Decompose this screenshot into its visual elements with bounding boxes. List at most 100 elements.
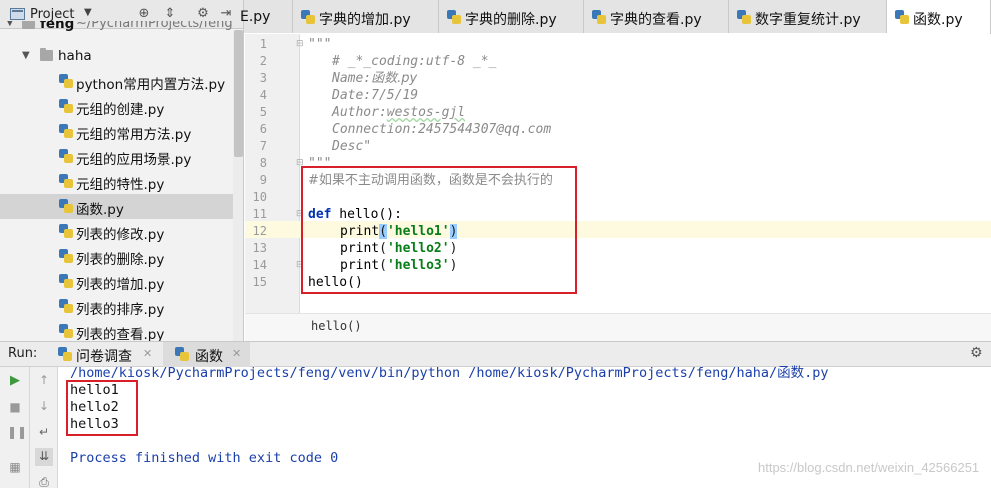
pause-icon[interactable]: ❚❚ [7, 424, 27, 440]
tree-file-label: 列表的排序.py [76, 302, 165, 318]
tree-file-label: 函数.py [76, 202, 124, 218]
line-number: 15 [252, 275, 267, 289]
tab-file[interactable]: 数字重复统计.py [729, 0, 887, 33]
arrow-up-icon[interactable]: ↑ [36, 372, 52, 388]
line-number: 14 [252, 258, 267, 272]
tree-file-label: 元组的特性.py [76, 177, 165, 193]
line-number: 2 [259, 54, 267, 68]
fold-marker-icon[interactable]: ⊟ [296, 39, 304, 49]
tree-file[interactable]: 列表的增加.py [0, 269, 243, 294]
gear-icon[interactable]: ⚙ [195, 6, 211, 22]
tab-label: E.py [240, 9, 271, 25]
tree-file-label: python常用内置方法.py [76, 77, 226, 93]
tree-file-label: 列表的查看.py [76, 327, 165, 341]
line-number: 13 [252, 241, 267, 255]
chevron-down-icon: ▼ [22, 50, 30, 61]
code-line-3: Name:函数.py [332, 70, 417, 87]
rerun-icon[interactable]: ▶ [7, 373, 23, 389]
python-file-icon [59, 299, 73, 313]
tree-file-label: 列表的删除.py [76, 252, 165, 268]
breadcrumb[interactable]: hello() [311, 319, 362, 333]
tree-file[interactable]: python常用内置方法.py [0, 69, 243, 94]
close-icon[interactable]: ✕ [143, 347, 152, 360]
line-number: 7 [259, 139, 267, 153]
code-line-2: # _*_coding:utf-8 _*_ [332, 54, 497, 69]
python-file-icon [59, 199, 73, 213]
scroll-to-end-icon[interactable]: ⇊ [35, 448, 53, 466]
python-run-icon [58, 347, 72, 361]
python-file-icon [737, 10, 751, 24]
console-exit-message: Process finished with exit code 0 [70, 450, 339, 466]
tree-root-label: feng [40, 21, 75, 32]
python-file-icon [59, 274, 73, 288]
python-file-icon [59, 99, 73, 113]
tree-file-label: 元组的常用方法.py [76, 127, 192, 143]
tab-file[interactable]: 字典的删除.py [439, 0, 584, 33]
console-command: /home/kiosk/PycharmProjects/feng/venv/bi… [70, 365, 829, 381]
arrow-down-icon[interactable]: ↓ [36, 398, 52, 414]
tree-file[interactable]: 元组的创建.py [0, 94, 243, 119]
chevron-down-icon[interactable]: ▼ [84, 7, 92, 18]
header-author-value: westos-gjl [386, 105, 466, 120]
code-highlight-box [301, 166, 577, 294]
tree-file[interactable]: 元组的常用方法.py [0, 119, 243, 144]
close-icon[interactable]: ✕ [232, 347, 241, 360]
watermark: https://blog.csdn.net/weixin_42566251 [758, 460, 980, 475]
code-line-6: Connection:2457544307@qq.com [332, 122, 552, 137]
tab-file[interactable]: 字典的查看.py [584, 0, 729, 33]
layout-icon[interactable]: ▦ [7, 459, 23, 475]
folder-icon [22, 21, 35, 29]
print-icon[interactable]: ⎙ [36, 474, 52, 488]
tab-label: 字典的查看.py [610, 12, 702, 28]
run-tab-label: 函数 [195, 349, 223, 365]
line-number: 11 [252, 207, 267, 221]
tree-file[interactable]: 列表的排序.py [0, 294, 243, 319]
tree-file[interactable]: 元组的应用场景.py [0, 144, 243, 169]
project-view-selector[interactable]: Project [30, 7, 74, 22]
tree-file[interactable]: 列表的查看.py [0, 319, 243, 341]
tab-label: 字典的增加.py [319, 12, 411, 28]
tree-file[interactable]: 元组的特性.py [0, 169, 243, 194]
python-file-icon [59, 249, 73, 263]
python-file-icon [59, 224, 73, 238]
locate-icon[interactable]: ⊕ [136, 6, 152, 22]
line-number: 8 [259, 156, 267, 170]
tab-file-active[interactable]: 函数.py [887, 0, 991, 34]
line-number: 10 [252, 190, 267, 204]
line-number: 4 [259, 88, 267, 102]
tab-file[interactable]: E.py [240, 0, 293, 33]
line-number: 12 [252, 224, 267, 238]
code-line-1: """ [308, 37, 332, 52]
code-line-5: Author:westos-gjl [332, 104, 465, 121]
code-line-4: Date:7/5/19 [332, 88, 419, 103]
tree-file[interactable]: 列表的删除.py [0, 244, 243, 269]
hide-panel-icon[interactable]: ⇥ [218, 6, 234, 22]
tree-root-feng[interactable]: ▼ feng ~/PycharmProjects/feng [0, 21, 243, 35]
tree-file-label: 列表的修改.py [76, 227, 165, 243]
stop-icon[interactable]: ■ [7, 399, 23, 415]
code-line-7: Desc" [332, 139, 372, 154]
line-number: 3 [259, 71, 267, 85]
tab-file[interactable]: 字典的增加.py [293, 0, 439, 33]
python-file-icon [447, 10, 461, 24]
tab-label: 函数.py [913, 12, 963, 28]
tree-file-selected[interactable]: 函数.py [0, 194, 243, 219]
tree-root-path: ~/PycharmProjects/feng [76, 21, 233, 31]
python-file-icon [59, 174, 73, 188]
project-scrollbar-thumb[interactable] [234, 30, 243, 157]
gear-icon[interactable]: ⚙ [970, 345, 983, 361]
line-number: 6 [259, 122, 267, 136]
collapse-all-icon[interactable]: ⇕ [162, 6, 178, 22]
python-file-icon [59, 324, 73, 338]
output-highlight-box [66, 380, 138, 436]
tree-file[interactable]: 列表的修改.py [0, 219, 243, 244]
run-tab-label: 问卷调查 [76, 349, 132, 365]
python-run-icon [175, 347, 189, 361]
python-file-icon [592, 10, 606, 24]
header-author-label: Author: [332, 105, 387, 120]
soft-wrap-icon[interactable]: ↵ [36, 424, 52, 440]
line-number: 1 [259, 37, 267, 51]
chevron-down-icon: ▼ [6, 21, 14, 28]
tab-label: 字典的删除.py [465, 12, 557, 28]
tree-folder-haha[interactable]: ▼ haha [0, 44, 243, 69]
